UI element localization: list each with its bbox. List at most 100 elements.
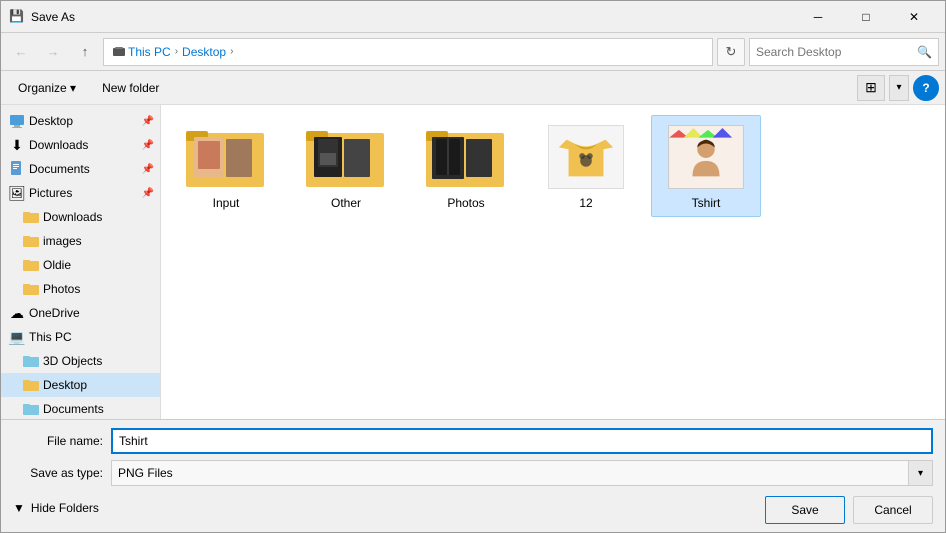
file-thumb-12 [546, 122, 626, 192]
sidebar: Desktop 📌 ⬇ Downloads 📌 Documents 📌 🖼 Pi [1, 105, 161, 419]
new-folder-button[interactable]: New folder [91, 75, 170, 101]
refresh-button[interactable]: ↻ [717, 38, 745, 66]
up-button[interactable]: ↑ [71, 38, 99, 66]
maximize-button[interactable]: □ [843, 1, 889, 33]
save-as-dialog: 💾 Save As ─ □ ✕ ← → ↑ This PC › Desktop … [0, 0, 946, 533]
hide-folders-toggle[interactable]: ▼ Hide Folders [13, 497, 99, 519]
folder-icon-documents2 [23, 401, 39, 417]
hide-folders-label: Hide Folders [31, 501, 99, 515]
breadcrumb-thispc[interactable]: This PC [112, 45, 171, 59]
savetype-select[interactable]: PNG Files [111, 460, 933, 486]
folder-icon-images [23, 233, 39, 249]
cancel-button[interactable]: Cancel [853, 496, 933, 524]
breadcrumb-sep2: › [230, 46, 233, 57]
breadcrumb: This PC › Desktop › [103, 38, 713, 66]
sidebar-item-3dobjects[interactable]: 3D Objects [1, 349, 160, 373]
breadcrumb-desktop[interactable]: Desktop [182, 45, 226, 59]
sidebar-downloads2-label: Downloads [43, 210, 102, 224]
title-bar: 💾 Save As ─ □ ✕ [1, 1, 945, 33]
pin-icon-desktop: 📌 [142, 116, 154, 127]
sidebar-item-images[interactable]: images [1, 229, 160, 253]
documents-icon [9, 161, 25, 177]
sidebar-item-documents[interactable]: Documents 📌 [1, 157, 160, 181]
sidebar-item-documents2[interactable]: Documents [1, 397, 160, 419]
pictures-icon: 🖼 [9, 185, 25, 201]
file-item-input[interactable]: Input [171, 115, 281, 217]
back-button[interactable]: ← [7, 38, 35, 66]
search-box: 🔍 [749, 38, 939, 66]
sidebar-images-label: images [43, 234, 82, 248]
file-area: Input Other [161, 105, 945, 419]
bottom-actions-row: ▼ Hide Folders Save Cancel [13, 492, 933, 524]
view-button[interactable]: ⊞ [857, 75, 885, 101]
savetype-row: Save as type: PNG Files ▾ [13, 460, 933, 486]
file-label-input: Input [213, 196, 240, 210]
filename-row: File name: [13, 428, 933, 454]
save-button[interactable]: Save [765, 496, 845, 524]
folder-icon-3dobjects [23, 353, 39, 369]
file-label-12: 12 [579, 196, 592, 210]
sidebar-photos-label: Photos [43, 282, 80, 296]
breadcrumb-sep1: › [175, 46, 178, 57]
sidebar-item-pictures[interactable]: 🖼 Pictures 📌 [1, 181, 160, 205]
search-input[interactable] [756, 45, 913, 59]
thispc-icon: 💻 [9, 329, 25, 345]
sidebar-documents-label: Documents [29, 162, 90, 176]
sidebar-item-photos[interactable]: Photos [1, 277, 160, 301]
file-thumb-input [186, 122, 266, 192]
help-button[interactable]: ? [913, 75, 939, 101]
window-icon: 💾 [9, 9, 25, 25]
sidebar-item-oldie[interactable]: Oldie [1, 253, 160, 277]
toolbar: Organize ▾ New folder ⊞ ▾ ? [1, 71, 945, 105]
minimize-button[interactable]: ─ [795, 1, 841, 33]
view-dropdown[interactable]: ▾ [889, 75, 909, 101]
sidebar-thispc-label: This PC [29, 330, 72, 344]
sidebar-3dobjects-label: 3D Objects [43, 354, 102, 368]
file-item-other[interactable]: Other [291, 115, 401, 217]
sidebar-item-onedrive[interactable]: ☁ OneDrive [1, 301, 160, 325]
file-thumb-tshirt [666, 122, 746, 192]
chevron-down-icon: ▼ [13, 501, 25, 515]
file-item-tshirt[interactable]: Tshirt [651, 115, 761, 217]
sidebar-item-desktop[interactable]: Desktop 📌 [1, 109, 160, 133]
savetype-label: Save as type: [13, 466, 103, 480]
file-label-tshirt: Tshirt [692, 196, 721, 210]
filename-input[interactable] [111, 428, 933, 454]
sidebar-onedrive-label: OneDrive [29, 306, 80, 320]
address-bar: ← → ↑ This PC › Desktop › ↻ 🔍 [1, 33, 945, 71]
onedrive-icon: ☁ [9, 305, 25, 321]
sidebar-documents2-label: Documents [43, 402, 104, 416]
main-content: Desktop 📌 ⬇ Downloads 📌 Documents 📌 🖼 Pi [1, 105, 945, 419]
window-title: Save As [31, 10, 795, 24]
desktop-icon [9, 113, 25, 129]
close-button[interactable]: ✕ [891, 1, 937, 33]
sidebar-oldie-label: Oldie [43, 258, 71, 272]
pin-icon-documents: 📌 [142, 164, 154, 175]
folder-icon-desktop2 [23, 377, 39, 393]
pin-icon-downloads: 📌 [142, 140, 154, 151]
sidebar-item-downloads2[interactable]: Downloads [1, 205, 160, 229]
savetype-wrapper: PNG Files ▾ [111, 460, 933, 486]
search-icon: 🔍 [917, 45, 932, 59]
sidebar-desktop2-label: Desktop [43, 378, 87, 392]
file-label-other: Other [331, 196, 361, 210]
toolbar-right: ⊞ ▾ ? [857, 75, 939, 101]
downloads-icon: ⬇ [9, 137, 25, 153]
pin-icon-pictures: 📌 [142, 188, 154, 199]
file-thumb-photos [426, 122, 506, 192]
folder-icon-downloads2 [23, 209, 39, 225]
bottom-bar: File name: Save as type: PNG Files ▾ ▼ H… [1, 419, 945, 532]
sidebar-item-desktop2[interactable]: Desktop [1, 373, 160, 397]
file-thumb-other [306, 122, 386, 192]
file-item-12[interactable]: 12 [531, 115, 641, 217]
folder-icon-oldie [23, 257, 39, 273]
organize-button[interactable]: Organize ▾ [7, 75, 87, 101]
sidebar-desktop-label: Desktop [29, 114, 73, 128]
sidebar-item-downloads[interactable]: ⬇ Downloads 📌 [1, 133, 160, 157]
filename-label: File name: [13, 434, 103, 448]
file-label-photos: Photos [447, 196, 484, 210]
file-item-photos[interactable]: Photos [411, 115, 521, 217]
sidebar-item-thispc[interactable]: 💻 This PC [1, 325, 160, 349]
forward-button[interactable]: → [39, 38, 67, 66]
bottom-buttons: Save Cancel [765, 496, 933, 524]
